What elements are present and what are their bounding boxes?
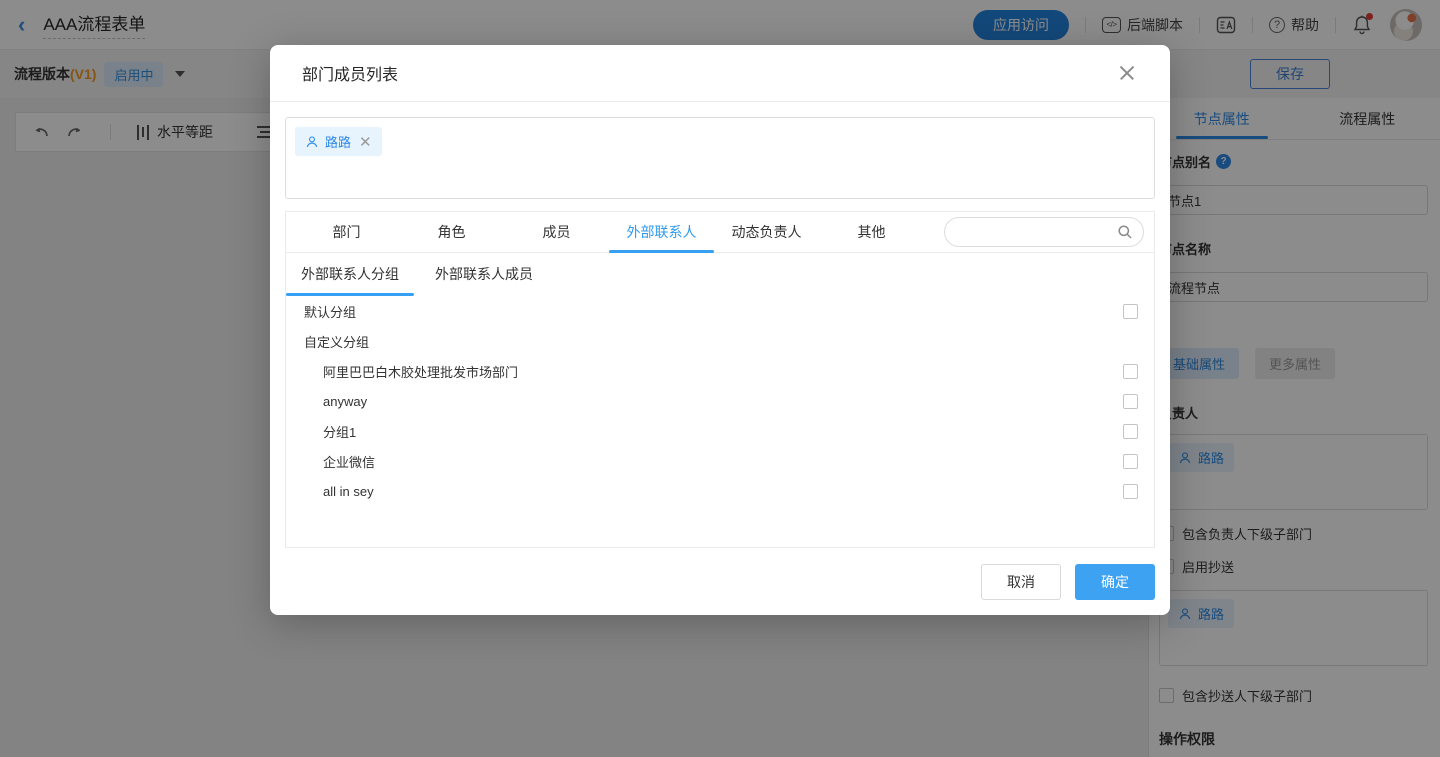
app-page: ‹ AAA流程表单 应用访问 </> 后端脚本 ? 帮助 (0, 0, 1440, 757)
list-item[interactable]: 企业微信 (286, 446, 1154, 476)
list-item-checkbox[interactable] (1123, 484, 1138, 499)
list-item[interactable]: 自定义分组 (286, 326, 1154, 356)
tab-dynamic-owner[interactable]: 动态负责人 (714, 212, 819, 252)
confirm-button[interactable]: 确定 (1075, 564, 1155, 600)
list-item-checkbox[interactable] (1123, 394, 1138, 409)
selected-chip[interactable]: 路路 ✕ (295, 127, 382, 156)
group-list: 默认分组 自定义分组 阿里巴巴白木胶处理批发市场部门 anyway 分组1 (285, 296, 1155, 548)
subtab-contact-groups[interactable]: 外部联系人分组 (286, 253, 414, 296)
search-icon (1117, 224, 1133, 240)
list-item[interactable]: all in sey (286, 476, 1154, 506)
list-item-checkbox[interactable] (1123, 424, 1138, 439)
subtab-contact-members[interactable]: 外部联系人成员 (420, 253, 548, 296)
selected-members-box[interactable]: 路路 ✕ (285, 117, 1155, 199)
tab-other[interactable]: 其他 (819, 212, 924, 252)
list-item[interactable]: 阿里巴巴白木胶处理批发市场部门 (286, 356, 1154, 386)
user-icon (305, 135, 319, 149)
selected-chip-label: 路路 (325, 132, 351, 151)
remove-icon[interactable]: ✕ (359, 133, 372, 151)
list-item-label: 阿里巴巴白木胶处理批发市场部门 (323, 362, 518, 381)
list-item-checkbox[interactable] (1123, 304, 1138, 319)
tab-role[interactable]: 角色 (399, 212, 504, 252)
picker-tabs-area: 部门 角色 成员 外部联系人 动态负责人 其他 外部联系人分组 (285, 211, 1155, 296)
tab-department[interactable]: 部门 (294, 212, 399, 252)
list-item-checkbox[interactable] (1123, 364, 1138, 379)
member-picker-dialog: 部门成员列表 路路 ✕ 部门 角色 成员 外部联系人 (270, 45, 1170, 615)
list-item[interactable]: 默认分组 (286, 296, 1154, 326)
close-icon[interactable] (1116, 62, 1138, 84)
dialog-title: 部门成员列表 (302, 61, 398, 85)
list-item-label: 自定义分组 (304, 332, 369, 351)
list-item[interactable]: anyway (286, 386, 1154, 416)
list-item-label: anyway (323, 394, 367, 409)
list-item[interactable]: 分组1 (286, 416, 1154, 446)
cancel-button[interactable]: 取消 (981, 564, 1061, 600)
list-item-checkbox[interactable] (1123, 454, 1138, 469)
dialog-footer: 取消 确定 (285, 548, 1155, 600)
list-item-label: 分组1 (323, 422, 356, 441)
search-input[interactable] (944, 217, 1144, 247)
picker-subtabs: 外部联系人分组 外部联系人成员 (286, 253, 1154, 296)
picker-tabs: 部门 角色 成员 外部联系人 动态负责人 其他 (286, 212, 1154, 253)
dialog-header: 部门成员列表 (270, 45, 1170, 102)
list-item-label: 默认分组 (304, 302, 356, 321)
list-item-label: 企业微信 (323, 452, 375, 471)
tab-member[interactable]: 成员 (504, 212, 609, 252)
tab-external-contacts[interactable]: 外部联系人 (609, 212, 714, 252)
search-box (944, 217, 1144, 247)
list-item-label: all in sey (323, 484, 374, 499)
